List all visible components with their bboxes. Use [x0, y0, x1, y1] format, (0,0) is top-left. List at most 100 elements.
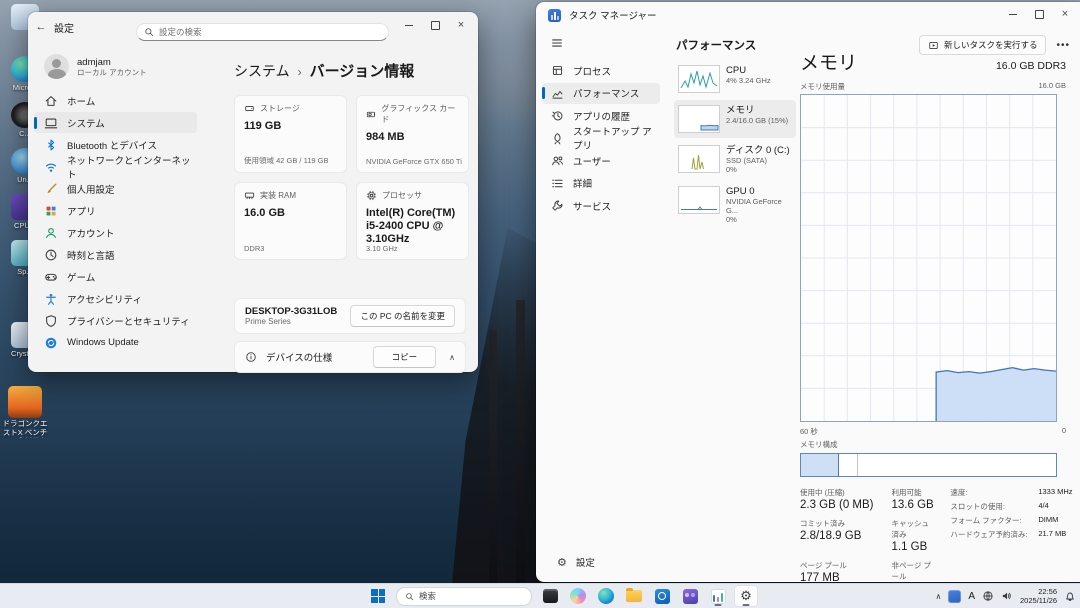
taskbar-app-settings[interactable]: ⚙ [734, 585, 758, 607]
taskbar-app-copilot[interactable] [566, 585, 590, 607]
settings-search-input[interactable]: 設定の検索 [136, 23, 389, 41]
sidebar-item-10[interactable]: プライバシーとセキュリティ [34, 310, 197, 331]
tray-chevron-icon[interactable]: ∧ [935, 592, 941, 601]
sidebar-item-5[interactable]: アプリ [34, 200, 197, 221]
taskman-nav-4[interactable]: ユーザー [542, 150, 660, 171]
detail-value: DIMM [1038, 515, 1072, 526]
perf-item-ディスク 0 (C:)[interactable]: ディスク 0 (C:)SSD (SATA)0% [674, 140, 796, 179]
taskbar-app-file-explorer[interactable] [622, 585, 646, 607]
maximize-button[interactable] [1026, 5, 1052, 23]
wallpaper-pier-post [489, 330, 497, 584]
taskbar-app-task-manager[interactable] [706, 585, 730, 607]
outlook-icon [655, 589, 670, 604]
taskbar-search-input[interactable]: 検索 [396, 587, 532, 606]
sidebar-item-6[interactable]: アカウント [34, 222, 197, 243]
system-icon [44, 116, 58, 130]
breadcrumb: システム › バージョン情報 [234, 60, 466, 81]
perf-item-detail: SSD (SATA) [726, 156, 790, 165]
start-button[interactable] [366, 585, 390, 607]
taskman-nav-label: サービス [573, 199, 611, 213]
perf-thumbnail-chart [678, 186, 720, 214]
perf-item-detail2: 0% [726, 215, 792, 224]
taskman-nav-0[interactable]: プロセス [542, 60, 660, 81]
settings-content: システム › バージョン情報 ストレージ119 GB使用領域 42 GB / 1… [208, 46, 478, 372]
account-banner[interactable]: admjam ローカル アカウント [28, 46, 203, 89]
device-name-row: DESKTOP-3G31LOB Prime Series この PC の名前を変… [234, 298, 466, 334]
sidebar-item-4[interactable]: 個人用設定 [34, 178, 197, 199]
privacy-icon [44, 314, 58, 328]
sidebar-item-11[interactable]: Windows Update [34, 332, 197, 353]
minimize-button[interactable] [1000, 5, 1026, 23]
sidebar-item-1[interactable]: システム [34, 112, 197, 133]
perf-item-GPU 0[interactable]: GPU 0NVIDIA GeForce G...0% [674, 181, 796, 229]
breadcrumb-parent[interactable]: システム [234, 61, 290, 81]
taskman-nav-5[interactable]: 詳細 [542, 173, 660, 194]
sidebar-item-0[interactable]: ホーム [34, 90, 197, 111]
taskman-rail: プロセスパフォーマンスアプリの履歴スタートアップ アプリユーザー詳細サービス ⚙… [536, 32, 666, 582]
taskman-nav-6[interactable]: サービス [542, 195, 660, 216]
desktop-icon-dqx-benchmark[interactable]: ドラゴンクエストX ベンチマ・クソフト [2, 386, 48, 438]
spec-card-1: グラフィックス カード984 MBNVIDIA GeForce GTX 650 … [356, 95, 469, 173]
card-label: プロセッサ [382, 190, 422, 201]
settings-gear-icon: ⚙ [740, 590, 752, 603]
chevron-up-icon[interactable]: ∧ [449, 353, 455, 362]
personalization-icon [44, 182, 58, 196]
menu-icon[interactable] [550, 36, 564, 50]
stat-value: 13.6 GB [892, 499, 935, 511]
close-button[interactable]: × [448, 16, 474, 34]
notification-bell-icon[interactable] [1064, 590, 1076, 602]
ime-mode-indicator[interactable]: A [968, 591, 975, 602]
close-button[interactable]: × [1052, 5, 1078, 23]
card-footer: 3.10 GHz [366, 244, 398, 253]
sidebar-item-9[interactable]: アクセシビリティ [34, 288, 197, 309]
memory-usage-max: 16.0 GB [1038, 81, 1066, 92]
device-name: DESKTOP-3G31LOB [245, 306, 350, 317]
taskman-nav-3[interactable]: スタートアップ アプリ [542, 128, 660, 149]
network-globe-icon[interactable] [982, 590, 994, 602]
account-icon [44, 226, 58, 240]
account-name: admjam [77, 57, 147, 68]
back-button[interactable]: ← [28, 21, 54, 33]
memory-details: 速度:1333 MHzスロットの使用:4/4フォーム ファクター:DIMMハード… [950, 487, 1072, 595]
account-type: ローカル アカウント [77, 68, 147, 77]
taskbar-app-microsoft-edge[interactable] [594, 585, 618, 607]
maximize-button[interactable] [422, 16, 448, 34]
sidebar-item-label: アプリ [67, 204, 96, 218]
memory-composition-bar[interactable] [800, 453, 1057, 477]
taskman-nav-2[interactable]: アプリの履歴 [542, 105, 660, 126]
minimize-button[interactable] [396, 16, 422, 34]
detail-value: 1333 MHz [1038, 487, 1072, 498]
card-footer: DDR3 [244, 244, 264, 253]
rename-pc-button[interactable]: この PC の名前を変更 [350, 305, 455, 327]
apps-icon [44, 204, 58, 218]
sidebar-item-label: システム [67, 116, 105, 130]
taskbar-app-people-app[interactable] [678, 585, 702, 607]
storage-icon [244, 103, 255, 114]
taskman-window-title: タスク マネージャー [569, 8, 656, 22]
sidebar-item-7[interactable]: 時刻と言語 [34, 244, 197, 265]
perf-item-メモリ[interactable]: メモリ2.4/16.0 GB (15%) [674, 100, 796, 138]
taskbar-clock[interactable]: 22:56 2025/11/26 [1020, 587, 1057, 605]
perf-item-CPU[interactable]: CPU4% 3.24 GHz [674, 60, 796, 98]
taskbar-app-outlook[interactable] [650, 585, 674, 607]
taskman-nav-1[interactable]: パフォーマンス [542, 83, 660, 104]
sidebar-item-3[interactable]: ネットワークとインターネット [34, 156, 197, 177]
sidebar-item-label: 個人用設定 [67, 182, 115, 196]
detail-label: ハードウェア予約済み: [950, 529, 1034, 540]
time-language-icon [44, 248, 58, 262]
copy-button[interactable]: コピー [373, 346, 437, 368]
volume-icon[interactable] [1001, 590, 1013, 602]
device-spec-row[interactable]: デバイスの仕様 コピー ∧ [234, 341, 466, 373]
spec-card-3: プロセッサIntel(R) Core(TM) i5-2400 CPU @ 3.1… [356, 182, 469, 260]
info-icon [245, 351, 257, 363]
perf-thumbnail-chart [678, 65, 720, 93]
sidebar-item-8[interactable]: ゲーム [34, 266, 197, 287]
perf-item-detail: NVIDIA GeForce G... [726, 197, 792, 215]
tray-app-badge-icon[interactable] [948, 590, 961, 603]
taskbar-app-app-window[interactable] [538, 585, 562, 607]
stat-value: 1.1 GB [892, 541, 935, 553]
task-manager-icon [711, 589, 726, 604]
taskman-settings-item[interactable]: ⚙ 設定 [548, 552, 654, 573]
sidebar-item-label: ゲーム [67, 270, 95, 284]
settings-window: ← 設定 設定の検索 × admjam ローカル アカウント ホームシステムBl… [28, 12, 478, 372]
